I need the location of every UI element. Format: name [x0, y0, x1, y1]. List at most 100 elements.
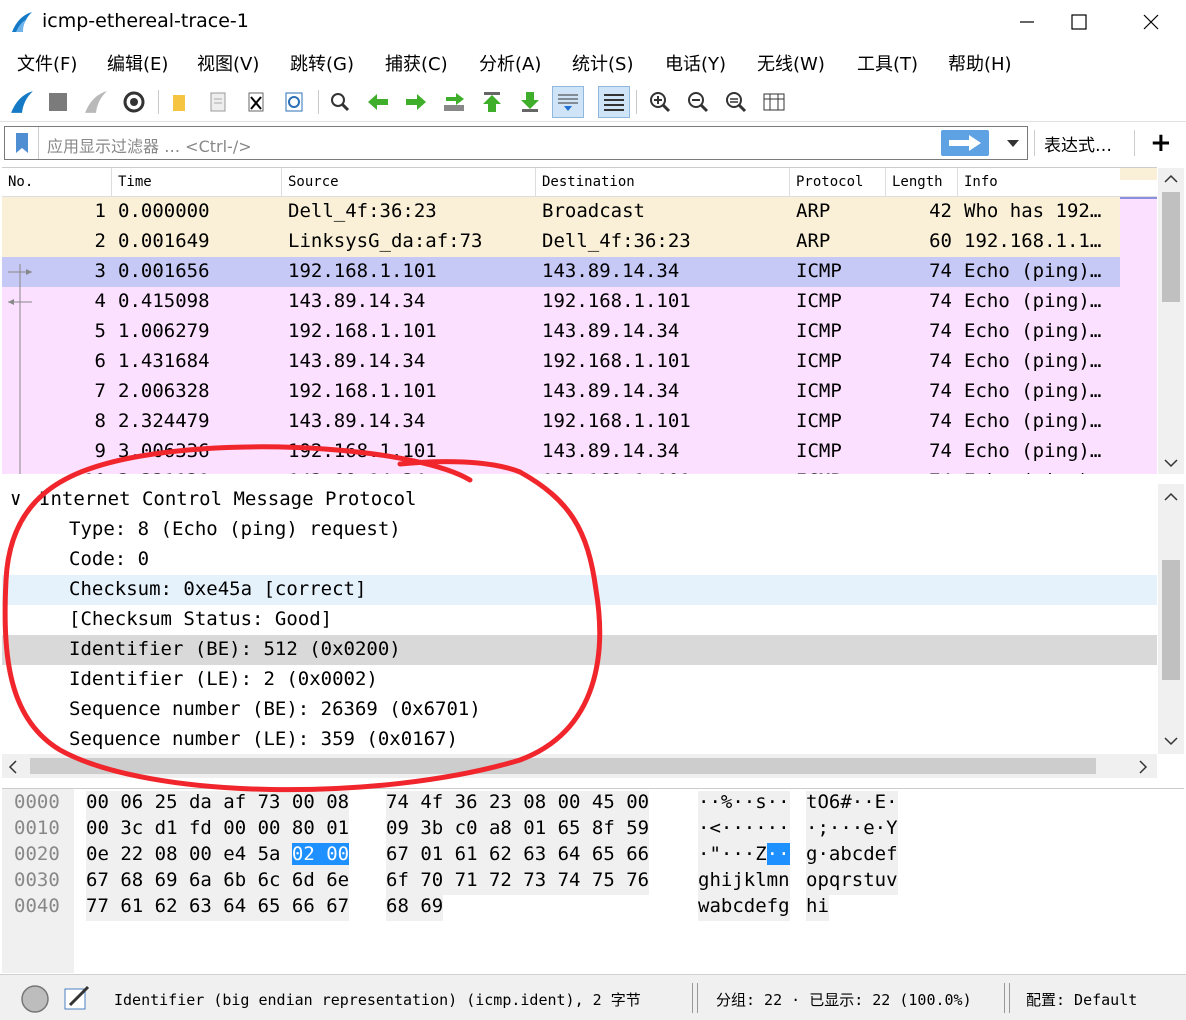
scrollbar-thumb[interactable]	[30, 758, 1096, 774]
resize-columns-button[interactable]	[758, 86, 790, 118]
hex-offset[interactable]: 0000	[14, 791, 60, 817]
ascii-text-selected[interactable]: ··	[766, 843, 790, 865]
hex-bytes[interactable]: 68 69	[386, 895, 444, 921]
packet-row[interactable]: 4 0.415098 143.89.14.34 192.168.1.101 ICMP 74…	[2, 287, 1120, 317]
stop-capture-button[interactable]	[42, 86, 74, 118]
packet-row[interactable]: 6 1.431684 143.89.14.34 192.168.1.101 ICMP 74…	[2, 347, 1120, 377]
expand-chevron-icon[interactable]: ∨	[10, 488, 21, 510]
ascii-text[interactable]: ·"···Z	[698, 843, 767, 865]
hex-bytes[interactable]: 00 3c d1 fd 00 00 80 01	[86, 817, 350, 843]
detail-row[interactable]: [Checksum Status: Good]	[2, 605, 1157, 635]
expression-button[interactable]: 表达式…	[1044, 131, 1112, 156]
close-button[interactable]	[1136, 8, 1166, 36]
menu-item[interactable]: 文件(F)	[17, 50, 77, 76]
display-filter-input[interactable]: 应用显示过滤器 … <Ctrl-/>	[47, 133, 252, 157]
hex-bytes[interactable]: 6f 70 71 72 73 74 75 76	[386, 869, 650, 895]
ascii-text[interactable]: g·abcdef	[806, 843, 898, 869]
filter-history-dropdown[interactable]	[999, 130, 1027, 156]
save-file-button[interactable]	[202, 86, 234, 118]
last-packet-button[interactable]	[514, 86, 546, 118]
hex-bytes-group[interactable]: 0e 22 08 00 e4 5a 02 00	[86, 843, 350, 869]
open-file-button[interactable]	[164, 86, 196, 118]
hex-bytes[interactable]: 77 61 62 63 64 65 66 67	[86, 895, 350, 921]
ascii-text[interactable]: opqrstuv	[806, 869, 898, 895]
hex-bytes[interactable]: 67 01 61 62 63 64 65 66	[386, 843, 650, 869]
menu-item[interactable]: 视图(V)	[197, 50, 259, 76]
packet-row[interactable]: 5 1.006279 192.168.1.101 143.89.14.34 ICMP 74…	[2, 317, 1120, 347]
packet-row[interactable]: 8 2.324479 143.89.14.34 192.168.1.101 ICMP 74…	[2, 407, 1120, 437]
scrollbar-thumb[interactable]	[1162, 560, 1180, 680]
column-header-time[interactable]: Time	[112, 168, 282, 197]
menu-item[interactable]: 分析(A)	[479, 50, 541, 76]
filter-bookmark-button[interactable]	[5, 127, 39, 159]
packet-list-scrollbar[interactable]	[1158, 168, 1184, 474]
ascii-group[interactable]: ·"···Z··	[698, 843, 790, 869]
details-scrollbar[interactable]	[1158, 484, 1184, 754]
menu-item[interactable]: 捕获(C)	[385, 50, 448, 76]
ascii-text[interactable]: ··%··s··	[698, 791, 790, 817]
zoom-reset-button[interactable]	[720, 86, 752, 118]
add-filter-button[interactable]: +	[1150, 128, 1172, 158]
go-forward-button[interactable]	[400, 86, 432, 118]
hex-offset[interactable]: 0010	[14, 817, 60, 843]
hex-offset[interactable]: 0040	[14, 895, 60, 921]
ascii-text[interactable]: ·<······	[698, 817, 790, 843]
ascii-text[interactable]: tO6#··E·	[806, 791, 898, 817]
hex-bytes[interactable]: 09 3b c0 a8 01 65 8f 59	[386, 817, 650, 843]
detail-row[interactable]: Code: 0	[2, 545, 1157, 575]
maximize-button[interactable]	[1064, 8, 1094, 36]
detail-row[interactable]: ∨ Internet Control Message Protocol	[2, 485, 1157, 515]
capture-comment-icon[interactable]	[62, 983, 92, 1013]
go-back-button[interactable]	[362, 86, 394, 118]
detail-row[interactable]: Checksum: 0xe45a [correct]	[2, 575, 1157, 605]
hex-offset[interactable]: 0020	[14, 843, 60, 869]
column-header-destination[interactable]: Destination	[536, 168, 790, 197]
detail-row[interactable]: Sequence number (BE): 26369 (0x6701)	[2, 695, 1157, 725]
first-packet-button[interactable]	[476, 86, 508, 118]
close-file-button[interactable]	[240, 86, 272, 118]
packet-row[interactable]: 1 0.000000 Dell_4f:36:23 Broadcast ARP 42 Who …	[2, 197, 1120, 227]
menu-item[interactable]: 电话(Y)	[665, 50, 726, 76]
ascii-text[interactable]: ghijklmn	[698, 869, 790, 895]
detail-row[interactable]: Type: 8 (Echo (ping) request)	[2, 515, 1157, 545]
hex-bytes[interactable]: 74 4f 36 23 08 00 45 00	[386, 791, 650, 817]
minimize-button[interactable]	[1012, 8, 1042, 36]
hex-bytes[interactable]: 0e 22 08 00 e4 5a	[86, 843, 292, 865]
packet-row[interactable]: 2 0.001649 LinksysG_da:af:73 Dell_4f:36:23 A…	[2, 227, 1120, 257]
zoom-out-button[interactable]	[682, 86, 714, 118]
packet-row[interactable]: 9 3.006336 192.168.1.101 143.89.14.34 ICMP 74…	[2, 437, 1120, 467]
menu-item[interactable]: 无线(W)	[757, 50, 825, 76]
column-header-length[interactable]: Length	[886, 168, 958, 197]
colorize-button[interactable]	[598, 86, 630, 118]
packet-row[interactable]: 3 0.001656 192.168.1.101 143.89.14.34 ICMP 74…	[2, 257, 1120, 287]
detail-row[interactable]: Sequence number (LE): 359 (0x0167)	[2, 725, 1157, 754]
hex-bytes-selected[interactable]: 02 00	[291, 843, 350, 865]
ascii-text[interactable]: wabcdefg	[698, 895, 790, 921]
column-header-protocol[interactable]: Protocol	[790, 168, 886, 197]
detail-row[interactable]: Identifier (BE): 512 (0x0200)	[2, 635, 1157, 665]
autoscroll-button[interactable]	[552, 86, 584, 118]
menu-item[interactable]: 帮助(H)	[948, 50, 1012, 76]
status-profile[interactable]: 配置: Default	[1026, 989, 1137, 1010]
find-packet-button[interactable]	[324, 86, 356, 118]
packet-row[interactable]: 103.331131143.89.14.34192.168.1.101ICMP7…	[2, 467, 1120, 474]
start-capture-button[interactable]	[6, 86, 38, 118]
zoom-in-button[interactable]	[644, 86, 676, 118]
hex-offset[interactable]: 0030	[14, 869, 60, 895]
scrollbar-thumb[interactable]	[1162, 192, 1180, 302]
details-horizontal-scrollbar[interactable]	[2, 754, 1157, 778]
hex-bytes[interactable]: 00 06 25 da af 73 00 08	[86, 791, 350, 817]
go-to-packet-button[interactable]	[438, 86, 470, 118]
reload-file-button[interactable]	[278, 86, 310, 118]
expert-info-icon[interactable]	[20, 984, 50, 1014]
menu-item[interactable]: 跳转(G)	[290, 50, 354, 76]
column-header-no[interactable]: No.	[2, 168, 112, 197]
ascii-text[interactable]: hi	[806, 895, 829, 921]
column-header-source[interactable]: Source	[282, 168, 536, 197]
menu-item[interactable]: 工具(T)	[857, 50, 918, 76]
apply-filter-button[interactable]	[941, 130, 989, 156]
ascii-text[interactable]: ·;···e·Y	[806, 817, 898, 843]
hex-bytes[interactable]: 67 68 69 6a 6b 6c 6d 6e	[86, 869, 350, 895]
menu-item[interactable]: 统计(S)	[572, 50, 633, 76]
restart-capture-button[interactable]	[80, 86, 112, 118]
